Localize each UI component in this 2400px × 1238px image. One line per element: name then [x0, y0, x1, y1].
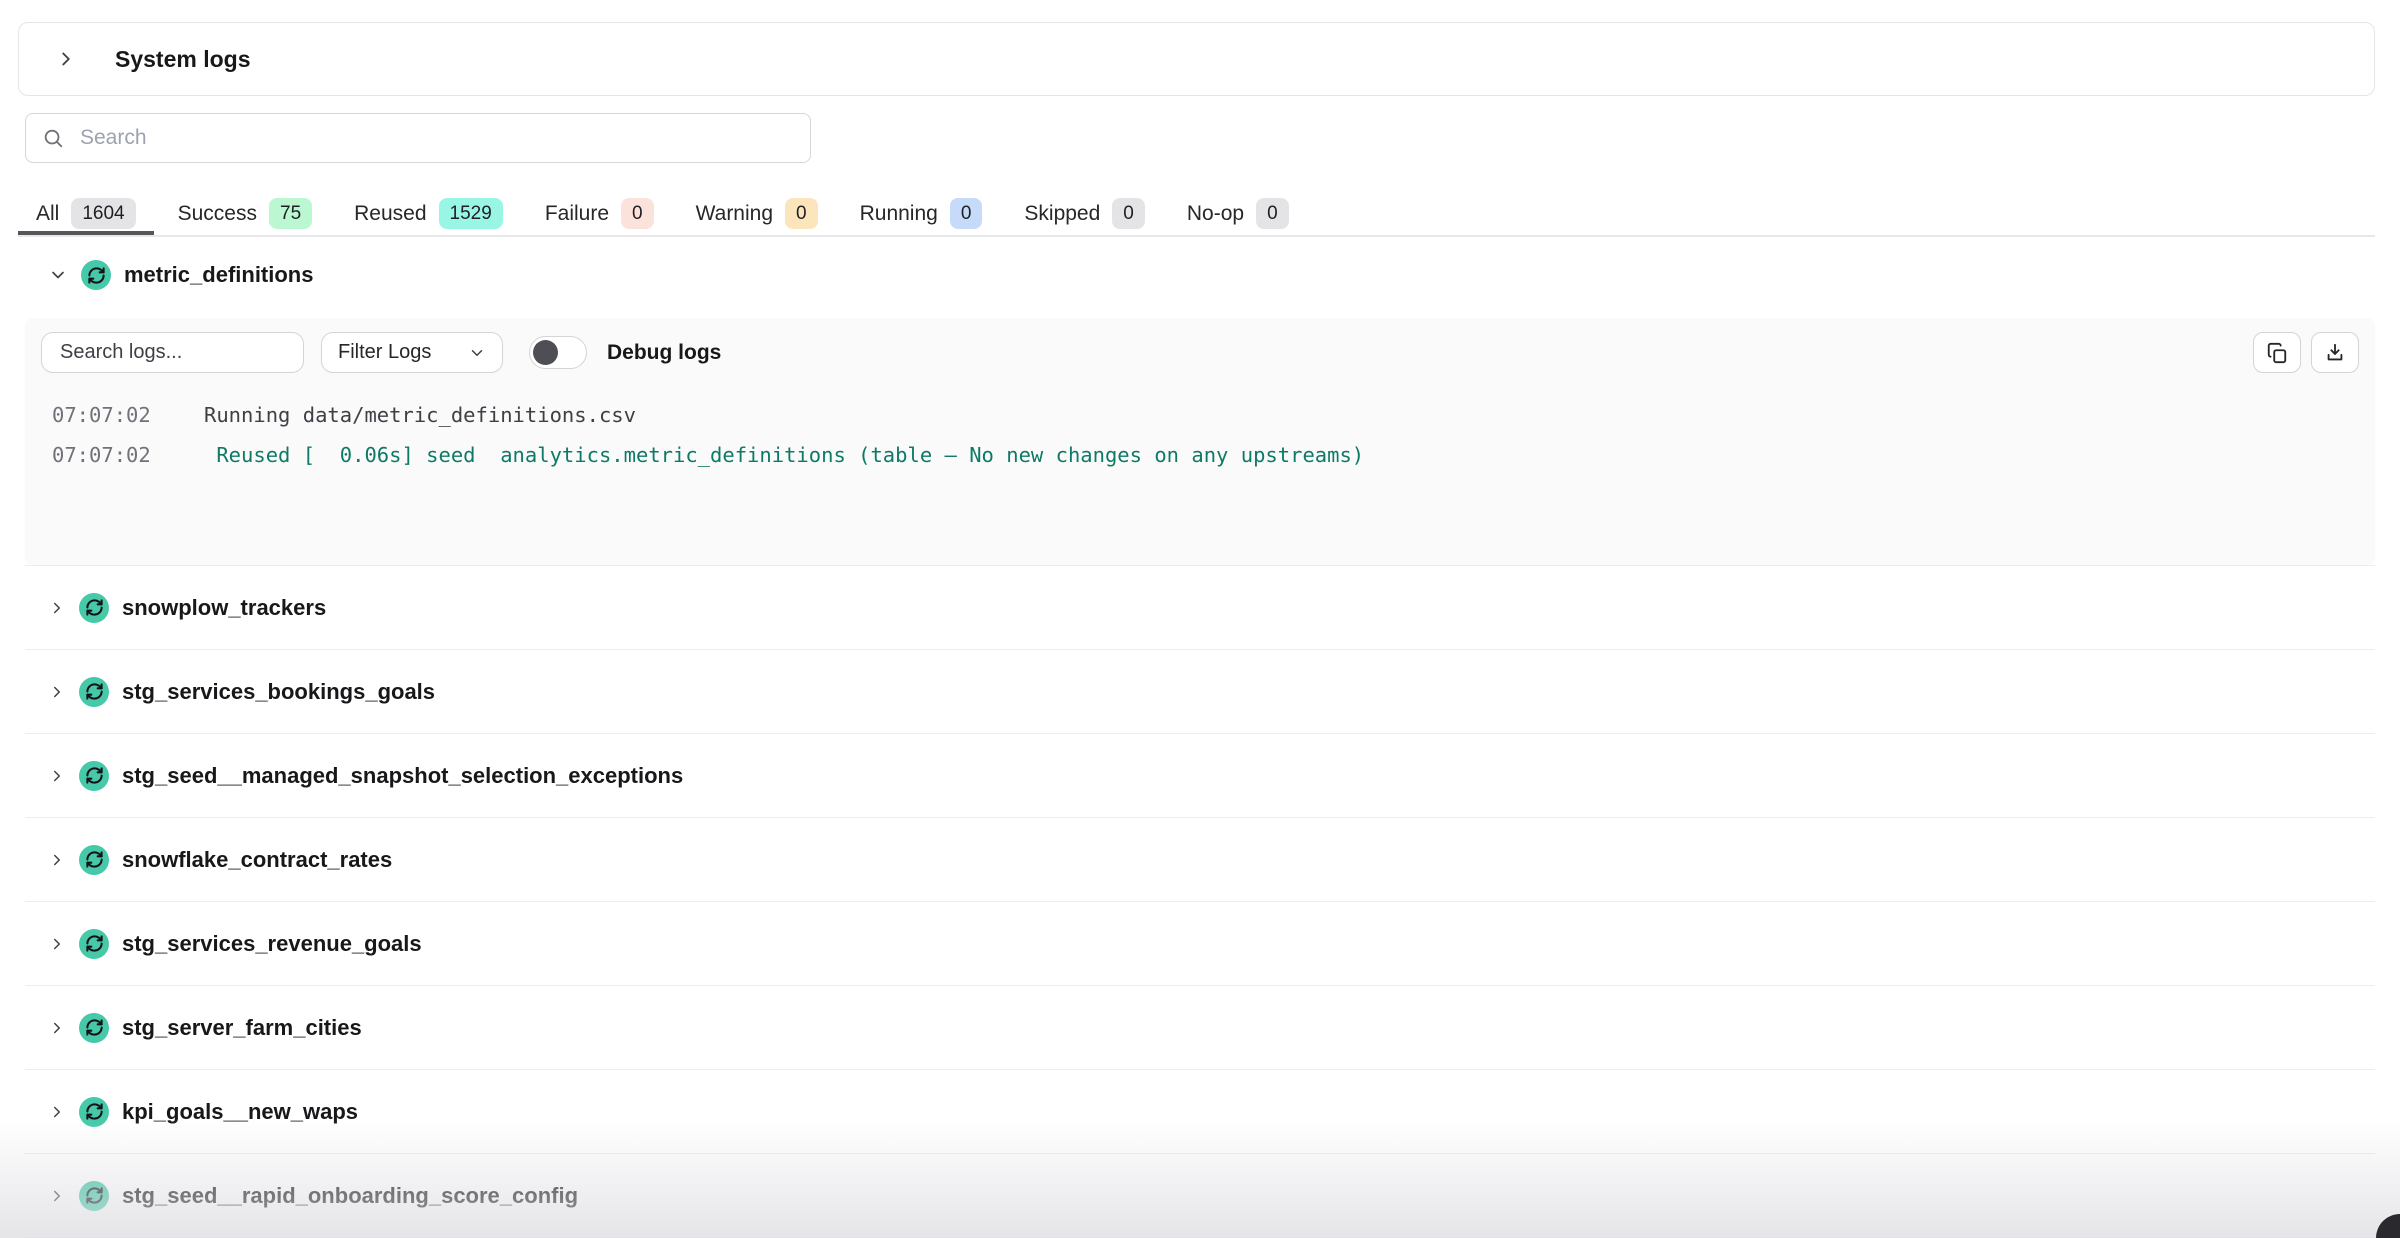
node-row[interactable]: stg_seed__rapid_onboarding_score_config	[25, 1154, 2375, 1238]
node-name: metric_definitions	[124, 262, 313, 288]
node-list: snowplow_trackers stg_services_bookings_…	[25, 565, 2375, 1238]
tab-noop[interactable]: No-op 0	[1169, 192, 1307, 235]
tab-label: Running	[860, 202, 938, 226]
chevron-down-icon	[468, 344, 486, 362]
log-panel: Filter Logs Debug logs 07:07:02 Running …	[25, 318, 2375, 565]
node-row[interactable]: stg_server_farm_cities	[25, 986, 2375, 1070]
node-row[interactable]: snowflake_contract_rates	[25, 818, 2375, 902]
copy-icon	[2266, 342, 2288, 364]
chevron-right-icon	[48, 935, 66, 953]
log-search-input[interactable]	[41, 332, 304, 373]
sync-refresh-icon	[79, 677, 109, 707]
tab-count-badge: 0	[621, 198, 654, 229]
tab-warning[interactable]: Warning 0	[678, 192, 836, 235]
tab-running[interactable]: Running 0	[842, 192, 1001, 235]
chevron-right-icon	[48, 1187, 66, 1205]
system-logs-panel[interactable]: System logs	[18, 22, 2375, 96]
filter-logs-dropdown[interactable]: Filter Logs	[321, 332, 503, 373]
search-input[interactable]	[78, 125, 794, 151]
chevron-right-icon	[48, 851, 66, 869]
debug-logs-label: Debug logs	[607, 341, 721, 365]
log-toolbar: Filter Logs Debug logs	[41, 332, 2359, 373]
chevron-right-icon	[55, 48, 77, 70]
status-tabs: All 1604 Success 75 Reused 1529 Failure …	[18, 192, 2375, 237]
chevron-right-icon	[48, 1103, 66, 1121]
tab-count-badge: 0	[1112, 198, 1145, 229]
sync-refresh-icon	[79, 593, 109, 623]
log-message: Reused [ 0.06s] seed analytics.metric_de…	[204, 443, 1364, 467]
node-row[interactable]: kpi_goals__new_waps	[25, 1070, 2375, 1154]
tab-failure[interactable]: Failure 0	[527, 192, 672, 235]
log-line: 07:07:02 Reused [ 0.06s] seed analytics.…	[41, 435, 2359, 475]
tab-label: Skipped	[1024, 202, 1100, 226]
bottom-right-corner-decoration	[2376, 1214, 2400, 1238]
sync-refresh-icon	[79, 845, 109, 875]
sync-refresh-icon	[79, 1181, 109, 1211]
tab-label: Failure	[545, 202, 609, 226]
chevron-right-icon	[48, 599, 66, 617]
node-row[interactable]: stg_services_bookings_goals	[25, 650, 2375, 734]
node-name: snowplow_trackers	[122, 595, 326, 621]
debug-logs-toggle[interactable]	[529, 336, 587, 369]
tab-all[interactable]: All 1604	[18, 192, 154, 235]
sync-refresh-icon	[81, 260, 111, 290]
sync-refresh-icon	[79, 1097, 109, 1127]
search-box[interactable]	[25, 113, 811, 163]
filter-logs-label: Filter Logs	[338, 341, 431, 364]
tab-count-badge: 75	[269, 198, 312, 229]
tab-label: All	[36, 202, 59, 226]
node-row[interactable]: stg_seed__managed_snapshot_selection_exc…	[25, 734, 2375, 818]
chevron-right-icon	[48, 683, 66, 701]
node-row-metric-definitions[interactable]: metric_definitions	[25, 240, 2375, 310]
copy-logs-button[interactable]	[2253, 332, 2301, 373]
node-name: kpi_goals__new_waps	[122, 1099, 358, 1125]
tab-success[interactable]: Success 75	[160, 192, 331, 235]
node-name: stg_seed__rapid_onboarding_score_config	[122, 1183, 578, 1209]
node-name: snowflake_contract_rates	[122, 847, 392, 873]
node-name: stg_seed__managed_snapshot_selection_exc…	[122, 763, 683, 789]
toggle-knob	[533, 340, 558, 365]
log-lines: 07:07:02 Running data/metric_definitions…	[41, 395, 2359, 475]
log-timestamp: 07:07:02	[52, 443, 204, 467]
sync-refresh-icon	[79, 761, 109, 791]
node-name: stg_services_revenue_goals	[122, 931, 422, 957]
system-logs-title: System logs	[115, 46, 251, 73]
tab-count-badge: 1604	[71, 198, 135, 229]
tab-reused[interactable]: Reused 1529	[336, 192, 521, 235]
node-row[interactable]: snowplow_trackers	[25, 566, 2375, 650]
chevron-right-icon	[48, 1019, 66, 1037]
download-logs-button[interactable]	[2311, 332, 2359, 373]
node-name: stg_services_bookings_goals	[122, 679, 435, 705]
tab-count-badge: 0	[950, 198, 983, 229]
tab-count-badge: 0	[785, 198, 818, 229]
download-icon	[2324, 342, 2346, 364]
log-timestamp: 07:07:02	[52, 403, 204, 427]
tab-label: Success	[178, 202, 257, 226]
tab-label: Reused	[354, 202, 426, 226]
log-message: Running data/metric_definitions.csv	[204, 403, 636, 427]
log-line: 07:07:02 Running data/metric_definitions…	[41, 395, 2359, 435]
tab-count-badge: 0	[1256, 198, 1289, 229]
magnifier-icon	[42, 127, 64, 149]
sync-refresh-icon	[79, 1013, 109, 1043]
chevron-right-icon	[48, 767, 66, 785]
tab-skipped[interactable]: Skipped 0	[1006, 192, 1162, 235]
node-row[interactable]: stg_services_revenue_goals	[25, 902, 2375, 986]
tab-label: No-op	[1187, 202, 1244, 226]
tab-label: Warning	[696, 202, 773, 226]
sync-refresh-icon	[79, 929, 109, 959]
chevron-down-icon	[48, 265, 68, 285]
tab-count-badge: 1529	[439, 198, 503, 229]
node-name: stg_server_farm_cities	[122, 1015, 362, 1041]
